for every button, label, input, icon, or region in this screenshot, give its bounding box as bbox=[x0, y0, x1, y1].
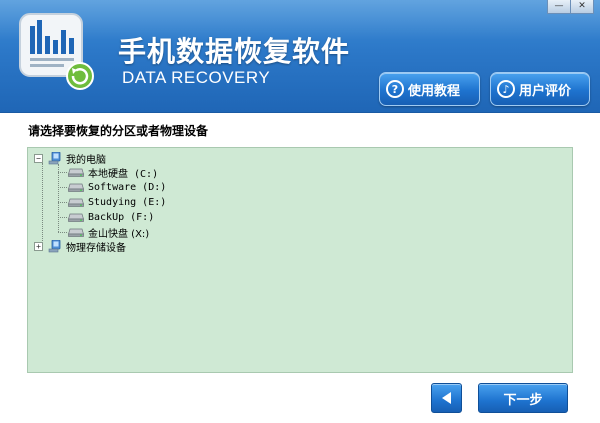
app-header: — ✕ 手机数据恢复软件 DATA RECOVERY ? 使用教程 ♪ 用户评价 bbox=[0, 0, 600, 113]
tree-connector bbox=[58, 187, 67, 188]
tree-connector bbox=[58, 172, 67, 173]
question-icon: ? bbox=[386, 80, 404, 98]
app-subtitle: DATA RECOVERY bbox=[122, 68, 271, 87]
device-tree[interactable]: − 我的电脑 本地硬盘 (C:) Software (D:) Studying bbox=[27, 147, 573, 373]
hard-drive-icon bbox=[68, 213, 84, 222]
selection-prompt: 请选择要恢复的分区或者物理设备 bbox=[28, 124, 209, 138]
tree-node-drive[interactable]: 金山快盘 (X:) bbox=[68, 225, 150, 240]
tree-node-drive[interactable]: Studying (E:) bbox=[68, 195, 166, 209]
app-title: 手机数据恢复软件 bbox=[118, 35, 351, 68]
tree-node-label: Studying (E:) bbox=[88, 196, 167, 208]
hard-drive-icon bbox=[68, 168, 84, 177]
tree-node-label: 我的电脑 bbox=[66, 154, 106, 166]
collapse-toggle[interactable]: − bbox=[34, 153, 43, 163]
tree-connector bbox=[42, 163, 43, 243]
tree-connector bbox=[58, 164, 59, 232]
hard-drive-icon bbox=[68, 198, 84, 207]
user-rating-button[interactable]: ♪ 用户评价 bbox=[490, 72, 590, 106]
tree-node-label: Software (D:) bbox=[88, 181, 167, 193]
close-button[interactable]: ✕ bbox=[570, 0, 594, 14]
tree-connector bbox=[58, 217, 67, 218]
tree-node-label: BackUp (F:) bbox=[88, 211, 155, 223]
window-controls: — ✕ bbox=[547, 0, 594, 14]
expand-toggle[interactable]: + bbox=[34, 241, 43, 251]
tree-connector bbox=[58, 232, 67, 233]
tree-node-label: 物理存储设备 bbox=[66, 242, 126, 254]
tree-node-drive[interactable]: Software (D:) bbox=[68, 180, 166, 194]
tree-node-physical-devices[interactable]: + 物理存储设备 bbox=[34, 239, 126, 254]
back-button[interactable] bbox=[431, 383, 462, 413]
chart-recovery-icon bbox=[19, 13, 94, 90]
triangle-left-icon bbox=[441, 392, 451, 404]
hard-drive-icon bbox=[68, 183, 84, 192]
tree-connector bbox=[58, 202, 67, 203]
user-rating-button-label: 用户评价 bbox=[519, 83, 572, 99]
computer-icon bbox=[48, 239, 61, 252]
tutorial-button-label: 使用教程 bbox=[408, 83, 461, 99]
hard-drive-icon bbox=[68, 228, 84, 237]
tutorial-button[interactable]: ? 使用教程 bbox=[379, 72, 480, 106]
tree-node-label: 金山快盘 (X:) bbox=[88, 228, 150, 240]
minimize-button[interactable]: — bbox=[547, 0, 571, 14]
tree-node-my-computer[interactable]: − 我的电脑 bbox=[34, 151, 106, 166]
tree-node-drive[interactable]: 本地硬盘 (C:) bbox=[68, 165, 159, 180]
tree-node-drive[interactable]: BackUp (F:) bbox=[68, 210, 154, 224]
user-feedback-icon: ♪ bbox=[497, 80, 515, 98]
tree-node-label: 本地硬盘 (C:) bbox=[88, 168, 159, 180]
computer-icon bbox=[48, 151, 61, 164]
next-step-button[interactable]: 下一步 bbox=[478, 383, 568, 413]
